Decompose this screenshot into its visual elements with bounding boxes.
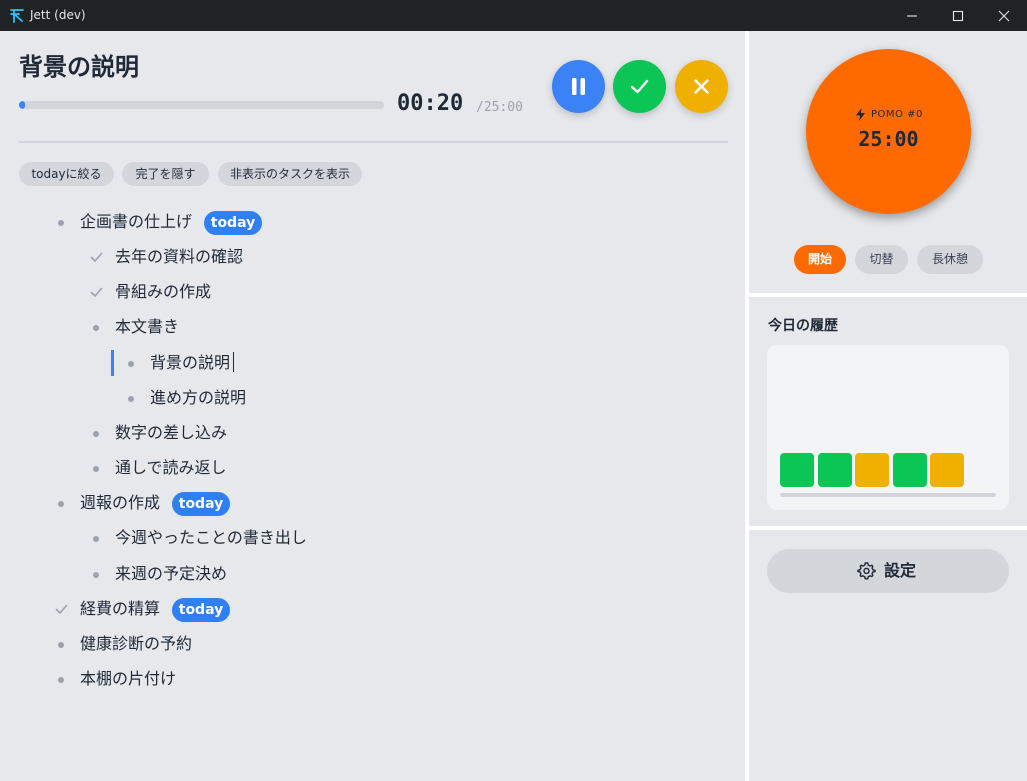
task-label: 本文書き (115, 317, 180, 336)
history-block-work (892, 453, 927, 487)
today-badge: today (172, 598, 230, 622)
task-progress-bar (19, 101, 384, 109)
task-label: 今週やったことの書き出し (115, 528, 307, 547)
jett-logo-icon (10, 8, 24, 23)
task-item[interactable]: 週報の作成 today (55, 492, 245, 516)
bullet-icon (93, 536, 99, 542)
active-task-indicator (111, 350, 114, 376)
x-icon (694, 79, 709, 94)
today-badge: today (172, 492, 230, 516)
task-item[interactable]: 数字の差し込み (90, 422, 235, 444)
side-divider (749, 526, 1027, 530)
minimize-icon (907, 15, 917, 17)
app-window: Jett (dev) 背景の説明 00:20 /25:00 todayに絞る 完… (0, 0, 1027, 781)
task-label: 健康診断の予約 (80, 634, 193, 653)
task-item[interactable]: 企画書の仕上げ today (55, 211, 275, 235)
cancel-task-button[interactable] (675, 60, 728, 113)
task-item[interactable]: 骨組みの作成 (90, 281, 220, 303)
task-item[interactable]: 来週の予定決め (90, 563, 240, 585)
filter-today-button[interactable]: todayに絞る (19, 162, 114, 186)
bullet-icon (93, 431, 99, 437)
task-label: 進め方の説明 (150, 388, 247, 407)
close-window-button[interactable] (981, 0, 1027, 31)
hide-done-button[interactable]: 完了を隠す (122, 162, 209, 186)
header-divider (19, 141, 728, 143)
task-label: 背景の説明 (150, 353, 231, 372)
pause-icon (572, 78, 585, 95)
task-item[interactable]: 通しで読み返し (90, 457, 235, 479)
bullet-icon (58, 220, 64, 226)
bullet-icon (128, 361, 134, 367)
task-label: 週報の作成 (80, 493, 161, 512)
maximize-button[interactable] (935, 0, 981, 31)
bullet-icon (93, 572, 99, 578)
task-item-active[interactable]: 背景の説明 (125, 352, 245, 374)
check-icon (90, 287, 103, 297)
check-icon (90, 252, 103, 262)
task-progress-fill (19, 101, 25, 109)
check-icon (55, 604, 68, 614)
history-scrollbar[interactable] (780, 493, 996, 497)
history-block-break (930, 453, 964, 487)
settings-label: 設定 (884, 561, 917, 580)
close-icon (998, 10, 1010, 22)
check-icon (630, 79, 649, 94)
history-block-work (780, 453, 814, 487)
bolt-icon (856, 108, 865, 121)
current-task-title: 背景の説明 (19, 53, 139, 81)
bullet-icon (93, 466, 99, 472)
bullet-icon (128, 396, 134, 402)
task-item[interactable]: 健康診断の予約 (55, 633, 215, 655)
task-label: 企画書の仕上げ (80, 212, 193, 231)
task-label: 数字の差し込み (115, 423, 228, 442)
task-item[interactable]: 経費の精算 today (55, 598, 245, 622)
task-label: 経費の精算 (80, 599, 161, 618)
task-label: 本棚の片付け (80, 669, 177, 688)
text-cursor (233, 352, 234, 372)
today-badge: today (204, 211, 262, 235)
task-item[interactable]: 本棚の片付け (55, 668, 195, 690)
minimize-button[interactable] (889, 0, 935, 31)
pomodoro-time: 25:00 (858, 127, 919, 151)
pause-button[interactable] (552, 60, 605, 113)
history-block-break (855, 453, 889, 487)
task-item[interactable]: 本文書き (90, 316, 190, 338)
task-item[interactable]: 今週やったことの書き出し (90, 527, 307, 549)
task-item[interactable]: 進め方の説明 (125, 387, 255, 409)
switch-button[interactable]: 切替 (855, 245, 908, 274)
complete-task-button[interactable] (613, 60, 666, 113)
title-bar: Jett (dev) (0, 0, 1027, 31)
elapsed-time: 00:20 (397, 91, 464, 116)
gear-icon (857, 562, 876, 580)
task-label: 去年の資料の確認 (115, 247, 244, 266)
task-label: 来週の予定決め (115, 564, 228, 583)
bullet-icon (93, 325, 99, 331)
maximize-icon (952, 10, 964, 22)
history-block-work (817, 453, 852, 487)
long-break-button[interactable]: 長休憩 (917, 245, 983, 274)
task-item[interactable]: 去年の資料の確認 (90, 246, 260, 268)
start-button[interactable]: 開始 (794, 245, 846, 274)
task-label: 通しで読み返し (115, 458, 227, 477)
history-title: 今日の履歴 (768, 318, 838, 334)
bullet-icon (58, 642, 64, 648)
bullet-icon (58, 677, 64, 683)
pomodoro-count-label: POMO #0 (871, 109, 923, 120)
bullet-icon (58, 501, 64, 507)
task-label: 骨組みの作成 (115, 282, 212, 301)
window-title: Jett (dev) (30, 8, 86, 22)
side-divider (749, 293, 1027, 297)
total-time: /25:00 (476, 100, 523, 115)
show-hidden-button[interactable]: 非表示のタスクを表示 (218, 162, 362, 186)
